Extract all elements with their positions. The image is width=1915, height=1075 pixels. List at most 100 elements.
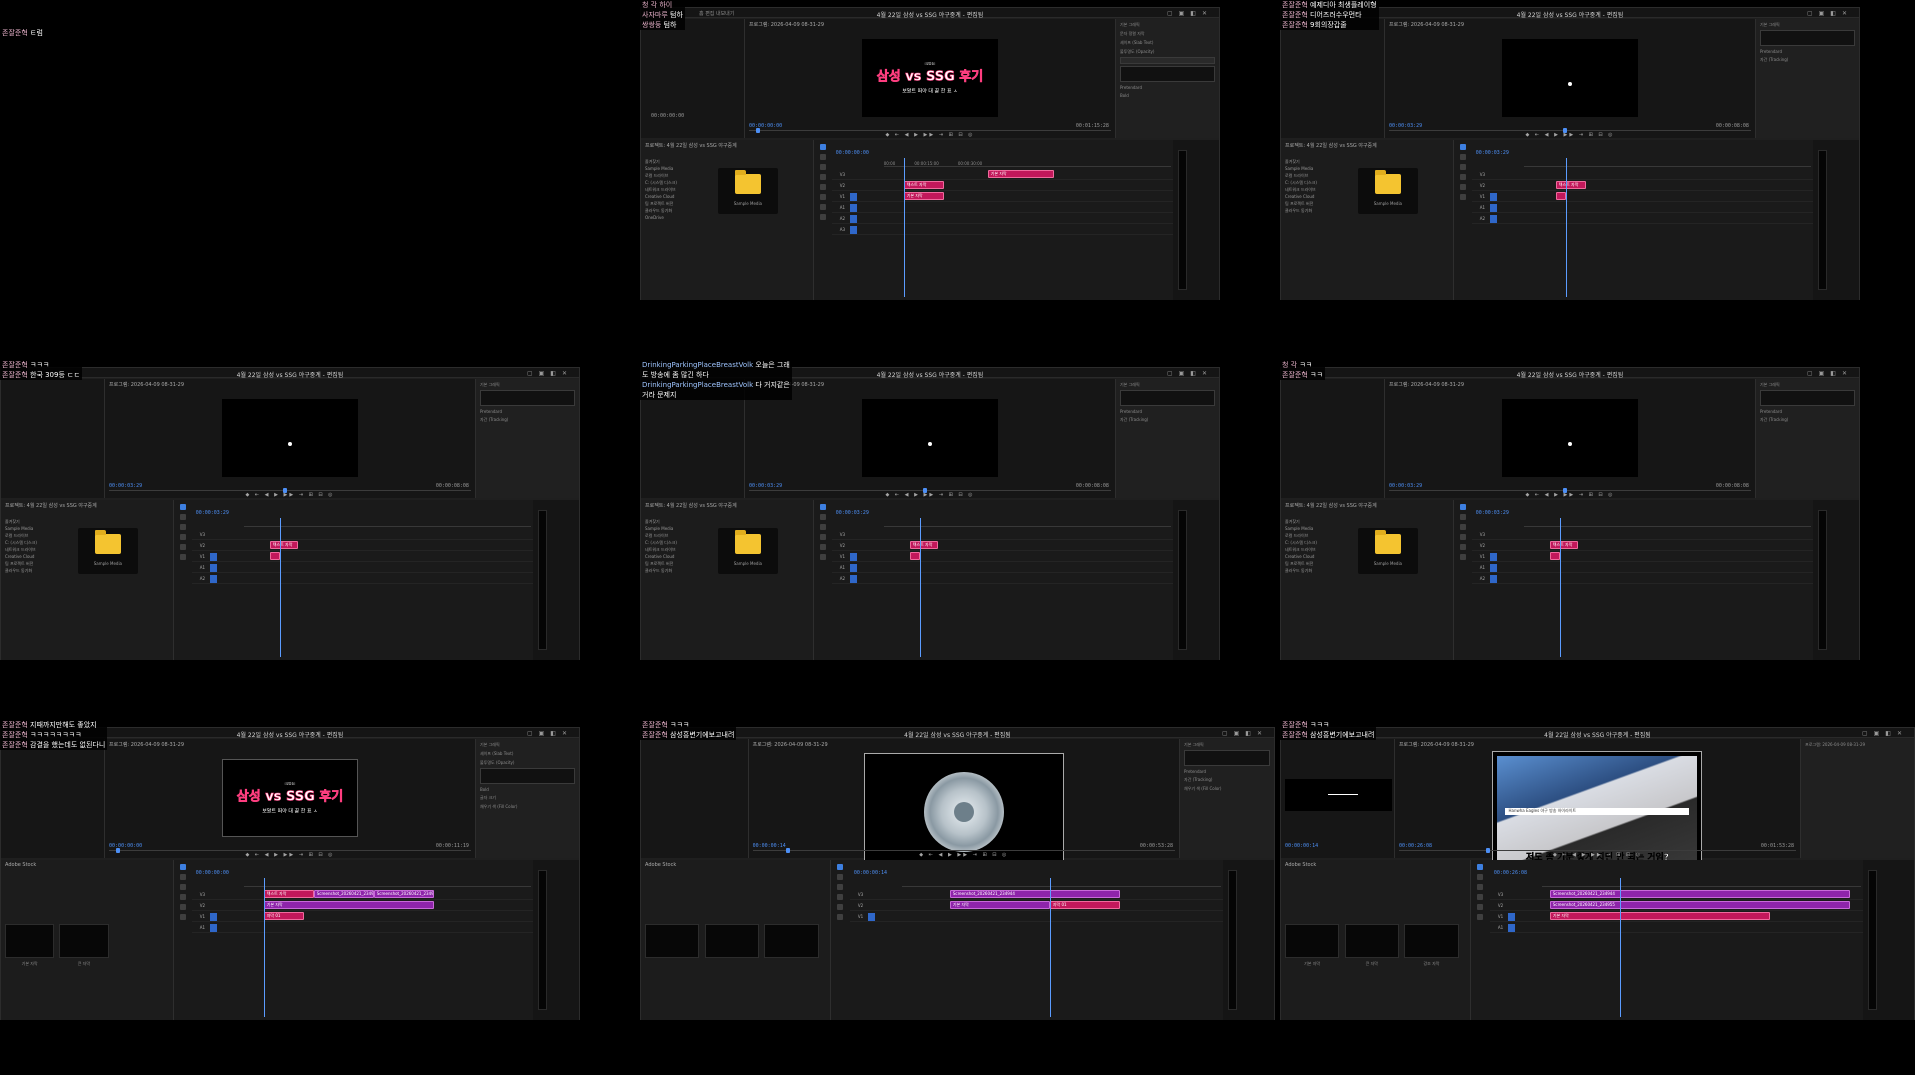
program-monitor[interactable]: 프로그램: 2026-04-09 08-31-29 00:00:03:29 00… xyxy=(105,379,475,498)
template-thumb[interactable] xyxy=(645,924,700,958)
source-monitor[interactable] xyxy=(1281,19,1386,138)
window-buttons[interactable]: ▢▣◧✕ xyxy=(1862,730,1908,737)
opacity-field[interactable] xyxy=(1119,57,1215,64)
ripple-edit-icon[interactable] xyxy=(820,164,827,170)
track-a2[interactable]: A2 xyxy=(831,214,1173,224)
pen-icon[interactable] xyxy=(1460,534,1467,540)
pen-icon[interactable] xyxy=(820,194,827,200)
timeline-timecode[interactable]: 00:00:00:00 xyxy=(836,150,869,156)
adobe-stock-tab[interactable]: Adobe Stock xyxy=(1285,862,1316,868)
track-a1[interactable]: A1 xyxy=(1489,923,1864,933)
track-target[interactable] xyxy=(849,215,857,223)
font-dropdown[interactable]: Pretendard xyxy=(1120,409,1215,414)
timeline-clip[interactable]: 텍스트 자막 xyxy=(1555,181,1586,189)
tree-item[interactable]: C: (시스템 디스크) xyxy=(5,539,37,546)
track-v2[interactable]: V2 xyxy=(1471,181,1813,191)
template-thumb[interactable]: 기본 자막 xyxy=(1285,924,1340,966)
timeline-panel[interactable]: 00:00:03:29 V3 V2 V1 A1 A2 텍스트 자막 xyxy=(1471,500,1813,660)
program-canvas[interactable] xyxy=(221,399,358,477)
tree-item[interactable]: Sample Media xyxy=(5,525,37,532)
timeline-clip[interactable] xyxy=(269,552,280,560)
selection-tool-icon[interactable] xyxy=(1460,504,1467,510)
track-a1[interactable]: A1 xyxy=(191,923,533,933)
project-panel[interactable]: 프로젝트: 4월 22일 삼성 vs SSG 야구중계 즐겨찾기 Sample … xyxy=(1281,140,1455,300)
source-monitor[interactable]: 00:00:00:00 xyxy=(641,19,746,138)
project-panel[interactable]: 프로젝트: 4월 22일 삼성 vs SSG 야구중계 즐겨찾기 Sample … xyxy=(641,140,815,300)
tree-item[interactable]: Sample Media xyxy=(1285,165,1317,172)
timeline-clip[interactable]: Screenshot_20260421_234955 xyxy=(1549,901,1850,909)
window-buttons[interactable]: ▢▣◧✕ xyxy=(1807,370,1853,377)
track-select-icon[interactable] xyxy=(820,514,827,520)
track-target[interactable] xyxy=(1489,193,1497,201)
media-browser-tree[interactable]: 즐겨찾기 Sample Media 로컬 드라이브 C: (시스템 디스크) 네… xyxy=(1285,518,1317,574)
type-icon[interactable] xyxy=(837,914,844,920)
track-v2[interactable]: V2 xyxy=(1471,541,1813,551)
razor-icon[interactable] xyxy=(1460,524,1467,530)
timeline-clip[interactable]: 기본 자막 xyxy=(263,901,434,909)
timeline-clip[interactable]: 기본 자막 xyxy=(987,170,1054,178)
tree-item[interactable]: Sample Media xyxy=(645,165,677,172)
time-ruler[interactable]: 00:00 00:00:15:00 00:00:30:00 xyxy=(883,161,1171,167)
track-a1[interactable]: A1 xyxy=(831,203,1173,213)
project-panel[interactable]: Adobe Stock xyxy=(641,860,831,1020)
time-ruler[interactable] xyxy=(1523,161,1811,167)
window-buttons[interactable]: ▢▣◧✕ xyxy=(1807,10,1853,17)
timeline-clip[interactable]: 텍스트 자막 xyxy=(263,890,314,898)
pen-icon[interactable] xyxy=(180,894,187,900)
timeline-timecode[interactable]: 00:00:03:29 xyxy=(1476,150,1509,156)
track-target[interactable] xyxy=(1507,924,1515,932)
tree-item[interactable]: 클라우드 동기화 xyxy=(1285,207,1317,214)
template-thumb[interactable]: 큰 자막 xyxy=(1344,924,1399,966)
font-dropdown[interactable]: Pretendard xyxy=(1760,49,1855,54)
source-monitor[interactable] xyxy=(641,739,749,858)
type-icon[interactable] xyxy=(1460,194,1467,200)
tools-panel[interactable] xyxy=(814,140,832,300)
tools-panel[interactable] xyxy=(814,500,832,660)
timeline-timecode[interactable]: 00:00:03:29 xyxy=(1476,510,1509,516)
timeline-clip[interactable]: 자막 01 xyxy=(263,912,304,920)
playhead[interactable] xyxy=(1619,878,1621,1017)
tree-item[interactable]: OneDrive xyxy=(645,214,677,221)
timeline-timecode[interactable]: 00:00:03:29 xyxy=(196,510,229,516)
track-select-icon[interactable] xyxy=(1460,154,1467,160)
template-thumb[interactable]: 기본 자막 xyxy=(5,924,55,966)
tree-item[interactable]: 네트워크 드라이브 xyxy=(5,546,37,553)
tree-item[interactable]: 클라우드 동기화 xyxy=(1285,567,1317,574)
project-tabs[interactable]: 프로젝트: 4월 22일 삼성 vs SSG 야구중계 xyxy=(1285,502,1377,509)
program-scrubber[interactable] xyxy=(1398,848,1797,853)
pen-icon[interactable] xyxy=(1460,174,1467,180)
timeline-clip[interactable]: 텍스트 자막 xyxy=(909,541,938,549)
selection-tool-icon[interactable] xyxy=(180,864,187,870)
timeline-clip[interactable]: 텍스트 자막 xyxy=(269,541,298,549)
timeline-panel[interactable]: 00:00:00:14 V3 V2 V1 Screenshot_20260421… xyxy=(849,860,1224,1020)
track-v3[interactable]: V3 xyxy=(831,530,1173,540)
font-dropdown[interactable]: Pretendard xyxy=(480,409,575,414)
program-timecode[interactable]: 00:00:03:29 xyxy=(109,483,142,489)
source-monitor[interactable]: 00:00:00:14 xyxy=(1281,739,1395,858)
source-timecode[interactable]: 00:00:00:14 xyxy=(1285,843,1318,849)
tools-panel[interactable] xyxy=(1454,500,1472,660)
track-v1[interactable]: V1 xyxy=(191,552,533,562)
window-buttons[interactable]: ▢▣◧✕ xyxy=(1222,730,1268,737)
program-timecode[interactable]: 00:00:03:29 xyxy=(1389,483,1422,489)
tree-item[interactable]: 팀 프로젝트 버전 xyxy=(1285,200,1317,207)
timeline-clip[interactable]: Screenshot_20260421_234955 xyxy=(373,890,434,898)
hand-icon[interactable] xyxy=(1477,904,1484,910)
sample-media-folder[interactable]: Sample Media xyxy=(77,528,138,574)
template-thumb[interactable] xyxy=(704,924,759,958)
track-v2[interactable]: V2 xyxy=(831,541,1173,551)
tree-item[interactable]: 네트워크 드라이브 xyxy=(645,546,677,553)
tree-item[interactable]: 즐겨찾기 xyxy=(645,158,677,165)
project-tabs[interactable]: 프로젝트: 4월 22일 삼성 vs SSG 야구중계 xyxy=(645,142,737,149)
program-timecode[interactable]: 00:00:00:00 xyxy=(109,843,142,849)
program-monitor[interactable]: 프로그램: 2026-04-09 08-31-29 00:00:03:29 00… xyxy=(1385,379,1755,498)
timeline-clip[interactable]: 기본 자막 xyxy=(1549,912,1770,920)
time-ruler[interactable] xyxy=(901,881,1222,887)
program-scrubber[interactable] xyxy=(749,128,1111,133)
transport-controls[interactable]: ◆ ⇤ ◀ ▶ ▶▶ ⇥ ⊞ ⊟ ◎ xyxy=(1385,492,1755,498)
timeline-timecode[interactable]: 00:00:00:14 xyxy=(854,870,887,876)
tree-item[interactable]: 팀 프로젝트 버전 xyxy=(1285,560,1317,567)
track-a3[interactable]: A3 xyxy=(831,225,1173,235)
track-target[interactable] xyxy=(849,575,857,583)
program-timecode[interactable]: 00:00:26:08 xyxy=(1399,843,1432,849)
